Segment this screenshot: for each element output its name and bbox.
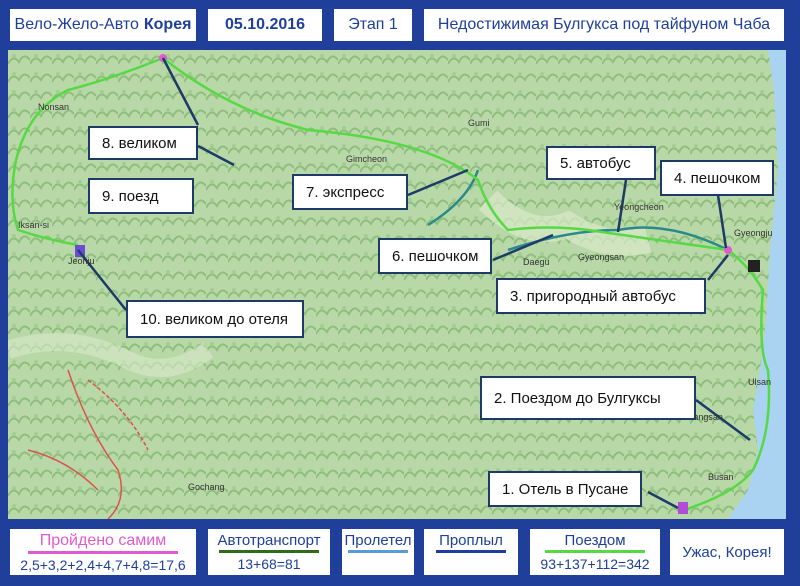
callout-9-text: 9. поезд [102,187,159,205]
callout-3-text: 3. пригородный автобус [510,287,676,305]
route-map[interactable]: Nonsan Iksan-si Jeonju Gimcheon Gumi Dae… [8,50,786,519]
callout-7-text: 7. экспресс [306,183,385,201]
callout-10[interactable]: 10. великом до отеля [126,300,304,338]
callout-5[interactable]: 5. автобус [546,146,656,180]
town-label: Gyeongsan [578,252,624,262]
legend-flew-swatch [348,550,408,553]
town-label: Gyeongju [734,228,773,238]
legend-auto-value: 13+68=81 [237,556,301,572]
legend-train-title: Поездом [564,532,626,549]
stage-box: Этап 1 [332,7,414,43]
subtitle-label: Недостижимая Булгукса под тайфуном Чаба [437,16,771,33]
town-label: Ulsan [748,377,771,387]
callout-5-text: 5. автобус [560,154,631,172]
legend-auto-title: Автотранспорт [217,532,321,549]
stage-label: Этап 1 [348,16,398,33]
callout-7[interactable]: 7. экспресс [292,174,408,210]
callout-6-text: 6. пешочком [392,247,479,265]
callout-3[interactable]: 3. пригородный автобус [496,278,706,314]
town-label: Daegu [523,257,550,267]
town-label: Iksan-si [18,220,49,230]
legend-self-title: Пройдено самим [39,532,167,549]
legend-swam-title: Проплыл [439,532,503,549]
callout-6[interactable]: 6. пешочком [378,238,492,274]
legend-auto: Автотранспорт 13+68=81 [206,527,332,577]
legend-flew: Пролетел [340,527,416,577]
legend-flew-title: Пролетел [344,532,412,549]
camera-icon[interactable] [748,260,760,272]
town-label: Gumi [468,118,490,128]
legend-self: Пройдено самим 2,5+3,2+2,4+4,7+4,8=17,6 [8,527,198,577]
callout-10-text: 10. великом до отеля [140,310,289,328]
date-label: 05.10.2016 [224,16,306,33]
town-label: Busan [708,472,734,482]
legend-train-value: 93+137+112=342 [540,556,650,572]
slide-frame: Вело-Жело-Авто Корея 05.10.2016 Этап 1 Н… [0,0,800,586]
subtitle-box: Недостижимая Булгукса под тайфуном Чаба [422,7,786,43]
callout-1-text: 1. Отель в Пусане [502,480,629,498]
title-box: Вело-Жело-Авто Корея [8,7,198,43]
legend-auto-swatch [219,550,319,553]
town-label: Yeongcheon [614,202,664,212]
callout-1[interactable]: 1. Отель в Пусане [488,471,642,507]
title-country: Корея [143,16,192,33]
remark-text: Ужас, Корея! [682,543,772,561]
legend-swam-swatch [436,550,506,553]
callout-4-text: 4. пешочком [674,169,761,187]
town-label: Gimcheon [346,154,387,164]
legend-self-value: 2,5+3,2+2,4+4,7+4,8=17,6 [20,557,186,573]
town-label: Gochang [188,482,225,492]
callout-8[interactable]: 8. великом [88,126,198,160]
legend-self-swatch [28,551,178,554]
callout-2-text: 2. Поездом до Булгуксы [494,389,661,407]
title-prefix: Вело-Жело-Авто [14,16,139,33]
legend-remark: Ужас, Корея! [668,527,786,577]
date-box: 05.10.2016 [206,7,324,43]
town-label: Nonsan [38,102,69,112]
callout-4[interactable]: 4. пешочком [660,160,774,196]
callout-9[interactable]: 9. поезд [88,178,194,214]
legend-train: Поездом 93+137+112=342 [528,527,662,577]
legend-swam: Проплыл [422,527,520,577]
callout-2[interactable]: 2. Поездом до Булгуксы [480,376,696,420]
hotel-marker-busan[interactable] [678,502,688,514]
town-label: Jeonju [68,256,95,266]
callout-8-text: 8. великом [102,134,177,152]
legend-train-swatch [545,550,645,553]
